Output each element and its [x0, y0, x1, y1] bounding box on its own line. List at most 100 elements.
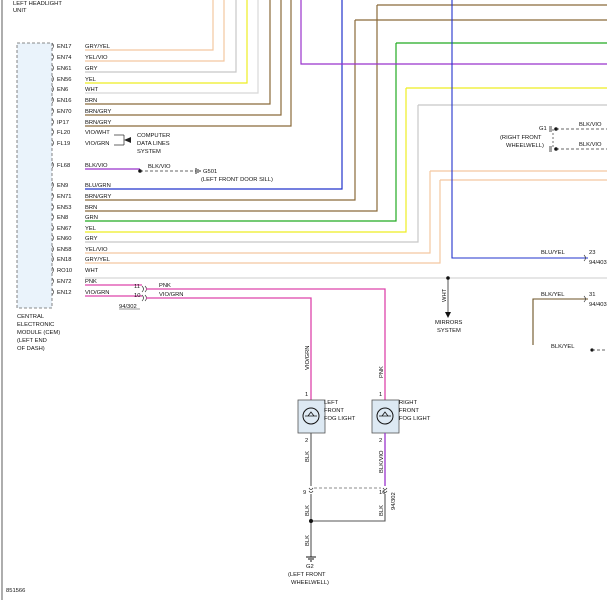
g1-wire-bottom: BLK/VIO: [579, 142, 602, 148]
cem-pin-fl20: FL20: [57, 130, 70, 136]
cem-wire-en8: GRN: [85, 215, 98, 221]
right-fog-pin-out: 2: [379, 438, 382, 444]
data-lines-label-2: DATA LINES: [137, 141, 170, 147]
lower-connector-ref: 94/302: [391, 492, 397, 510]
header-line-1: LEFT HEADLIGHT: [13, 1, 62, 7]
cem-wire-en18: GRY/YEL: [85, 257, 111, 263]
cem-label-line-2: ELECTRONIC: [17, 322, 54, 328]
cem-module-box: [16, 42, 53, 309]
left-fog-light-box: [297, 399, 326, 434]
cem-pin-ip17: IP17: [57, 120, 69, 126]
cem-wire-ro10: WHT: [85, 268, 99, 274]
wire-en74: [85, 0, 225, 62]
cem-pin-en12: EN12: [57, 290, 72, 296]
cem-pin-ro10: RO10: [57, 268, 72, 274]
left-fog-light: 1 LEFT FRONT FOG LIGHT 2: [297, 392, 356, 444]
connector-wire-vio: VIO/GRN: [159, 292, 183, 298]
arrow-down-icon: [445, 312, 451, 318]
lower-wire-left: BLK: [305, 505, 311, 516]
lower-pin-left: 9: [303, 490, 306, 496]
ground-icon: [306, 556, 316, 562]
left-fog-label-2: FRONT: [324, 408, 344, 414]
wire-en58: [85, 171, 431, 254]
cem-pin-en17: EN17: [57, 44, 72, 50]
blk-yel-label-2: BLK/YEL: [551, 344, 575, 350]
blu-yel-ref: 94/403: [589, 260, 607, 266]
cem-pin-en6: EN6: [57, 87, 68, 93]
ground-icon: [549, 126, 552, 132]
left-fog-label-1: LEFT: [324, 400, 339, 406]
cem-pin-en9: EN9: [57, 183, 68, 189]
splice-dot: [446, 276, 450, 280]
data-lines-label-3: SYSTEM: [137, 149, 161, 155]
cem-pin-en16: EN16: [57, 98, 72, 104]
figure-id: 851566: [6, 588, 25, 594]
cem-wire-en16: BRN: [85, 98, 97, 104]
ground-icon: [549, 146, 552, 152]
cem-wire-en72: PNK: [85, 279, 97, 285]
blk-yel-wire-1: [532, 298, 588, 345]
right-fog-light-box: [371, 399, 400, 434]
cem-wire-en60: GRY: [85, 236, 98, 242]
cem-pin-en72: EN72: [57, 279, 72, 285]
connector-wire-pnk: PNK: [159, 283, 171, 289]
left-fog-pin-in: 1: [305, 392, 308, 398]
cem-wire-en56: YEL: [85, 77, 97, 83]
cem-pin-en71: EN71: [57, 194, 72, 200]
right-fog-label-2: FRONT: [399, 408, 419, 414]
wire-en70: [85, 0, 282, 116]
cem-wire-en67: YEL: [85, 226, 97, 232]
blu-yel-pin: 23: [589, 250, 595, 256]
right-fog-light: 1 RIGHT FRONT FOG LIGHT 2: [371, 392, 431, 444]
data-lines-bracket: COMPUTER DATA LINES SYSTEM: [114, 133, 170, 155]
cem-wire-en6: WHT: [85, 87, 99, 93]
cem-wire-fl68: BLK/VIO: [85, 163, 108, 169]
cem-pin-en58: EN58: [57, 247, 72, 253]
cem-wire-fl20: VIO/WHT: [85, 130, 110, 136]
g501-wire-label: BLK/VIO: [148, 164, 171, 170]
cem-wire-en70: BRN/GRY: [85, 109, 111, 115]
g1-location-2: WHEELWELL): [506, 143, 544, 149]
connector-pin-pnk: 11: [134, 284, 140, 290]
cem-pin-en53: EN53: [57, 205, 72, 211]
g2-id: G2: [306, 564, 314, 570]
mirrors-system: WHT MIRRORS SYSTEM: [435, 276, 463, 334]
cem-label-line-1: CENTRAL: [17, 314, 45, 320]
pnk-wire: [146, 288, 386, 402]
data-lines-label-1: COMPUTER: [137, 133, 170, 139]
blu-yel-label: BLU/YEL: [541, 250, 566, 256]
g501-location: (LEFT FRONT DOOR SILL): [201, 177, 273, 183]
left-fog-wire-out: BLK: [305, 451, 311, 462]
blk-yel-ref: 94/403: [589, 302, 607, 308]
mirrors-label-2: SYSTEM: [437, 328, 461, 334]
cem-wire-ip17: BRN/GRY: [85, 120, 111, 126]
cem-wire-en53: BRN: [85, 205, 97, 211]
left-fog-wire-in: VIO/GRN: [305, 346, 311, 370]
ground-wire-right: [311, 494, 386, 522]
blk-yel-pin: 31: [589, 292, 595, 298]
g1-wire-top: BLK/VIO: [579, 122, 602, 128]
cem-pin-fl19: FL19: [57, 141, 70, 147]
lower-wire-right: BLK: [379, 505, 385, 516]
wire-en16: [85, 0, 271, 105]
wire-ip17: [85, 0, 292, 127]
g2-location-2: WHEELWELL): [291, 580, 329, 586]
cem-wire-fl19: VIO/GRN: [85, 141, 109, 147]
cem-pin-en60: EN60: [57, 236, 72, 242]
wiring-diagram: LEFT HEADLIGHT UNIT EN17 GRY/YEL EN74 YEL/V…: [1, 0, 607, 600]
cem-pin-fl68: FL68: [57, 163, 70, 169]
cem-wire-en12: VIO/GRN: [85, 290, 109, 296]
cem-label-line-3: MODULE (CEM): [17, 330, 60, 336]
wire-en71: [85, 20, 356, 201]
wire-vio-top: [300, 0, 607, 65]
left-fog-pin-out: 2: [305, 438, 308, 444]
wire-en56: [85, 0, 248, 84]
connector-pin-vio: 10: [134, 293, 140, 299]
left-fog-label-3: FOG LIGHT: [324, 416, 356, 422]
cem-label-line-5: OF DASH): [17, 346, 45, 352]
wire-en6: [85, 0, 259, 94]
wire-en8: [85, 43, 397, 222]
cem-wire-en74: YEL/VIO: [85, 55, 108, 61]
cem-wire-en9: BLU/GRN: [85, 183, 111, 189]
cem-pin-en56: EN56: [57, 77, 72, 83]
